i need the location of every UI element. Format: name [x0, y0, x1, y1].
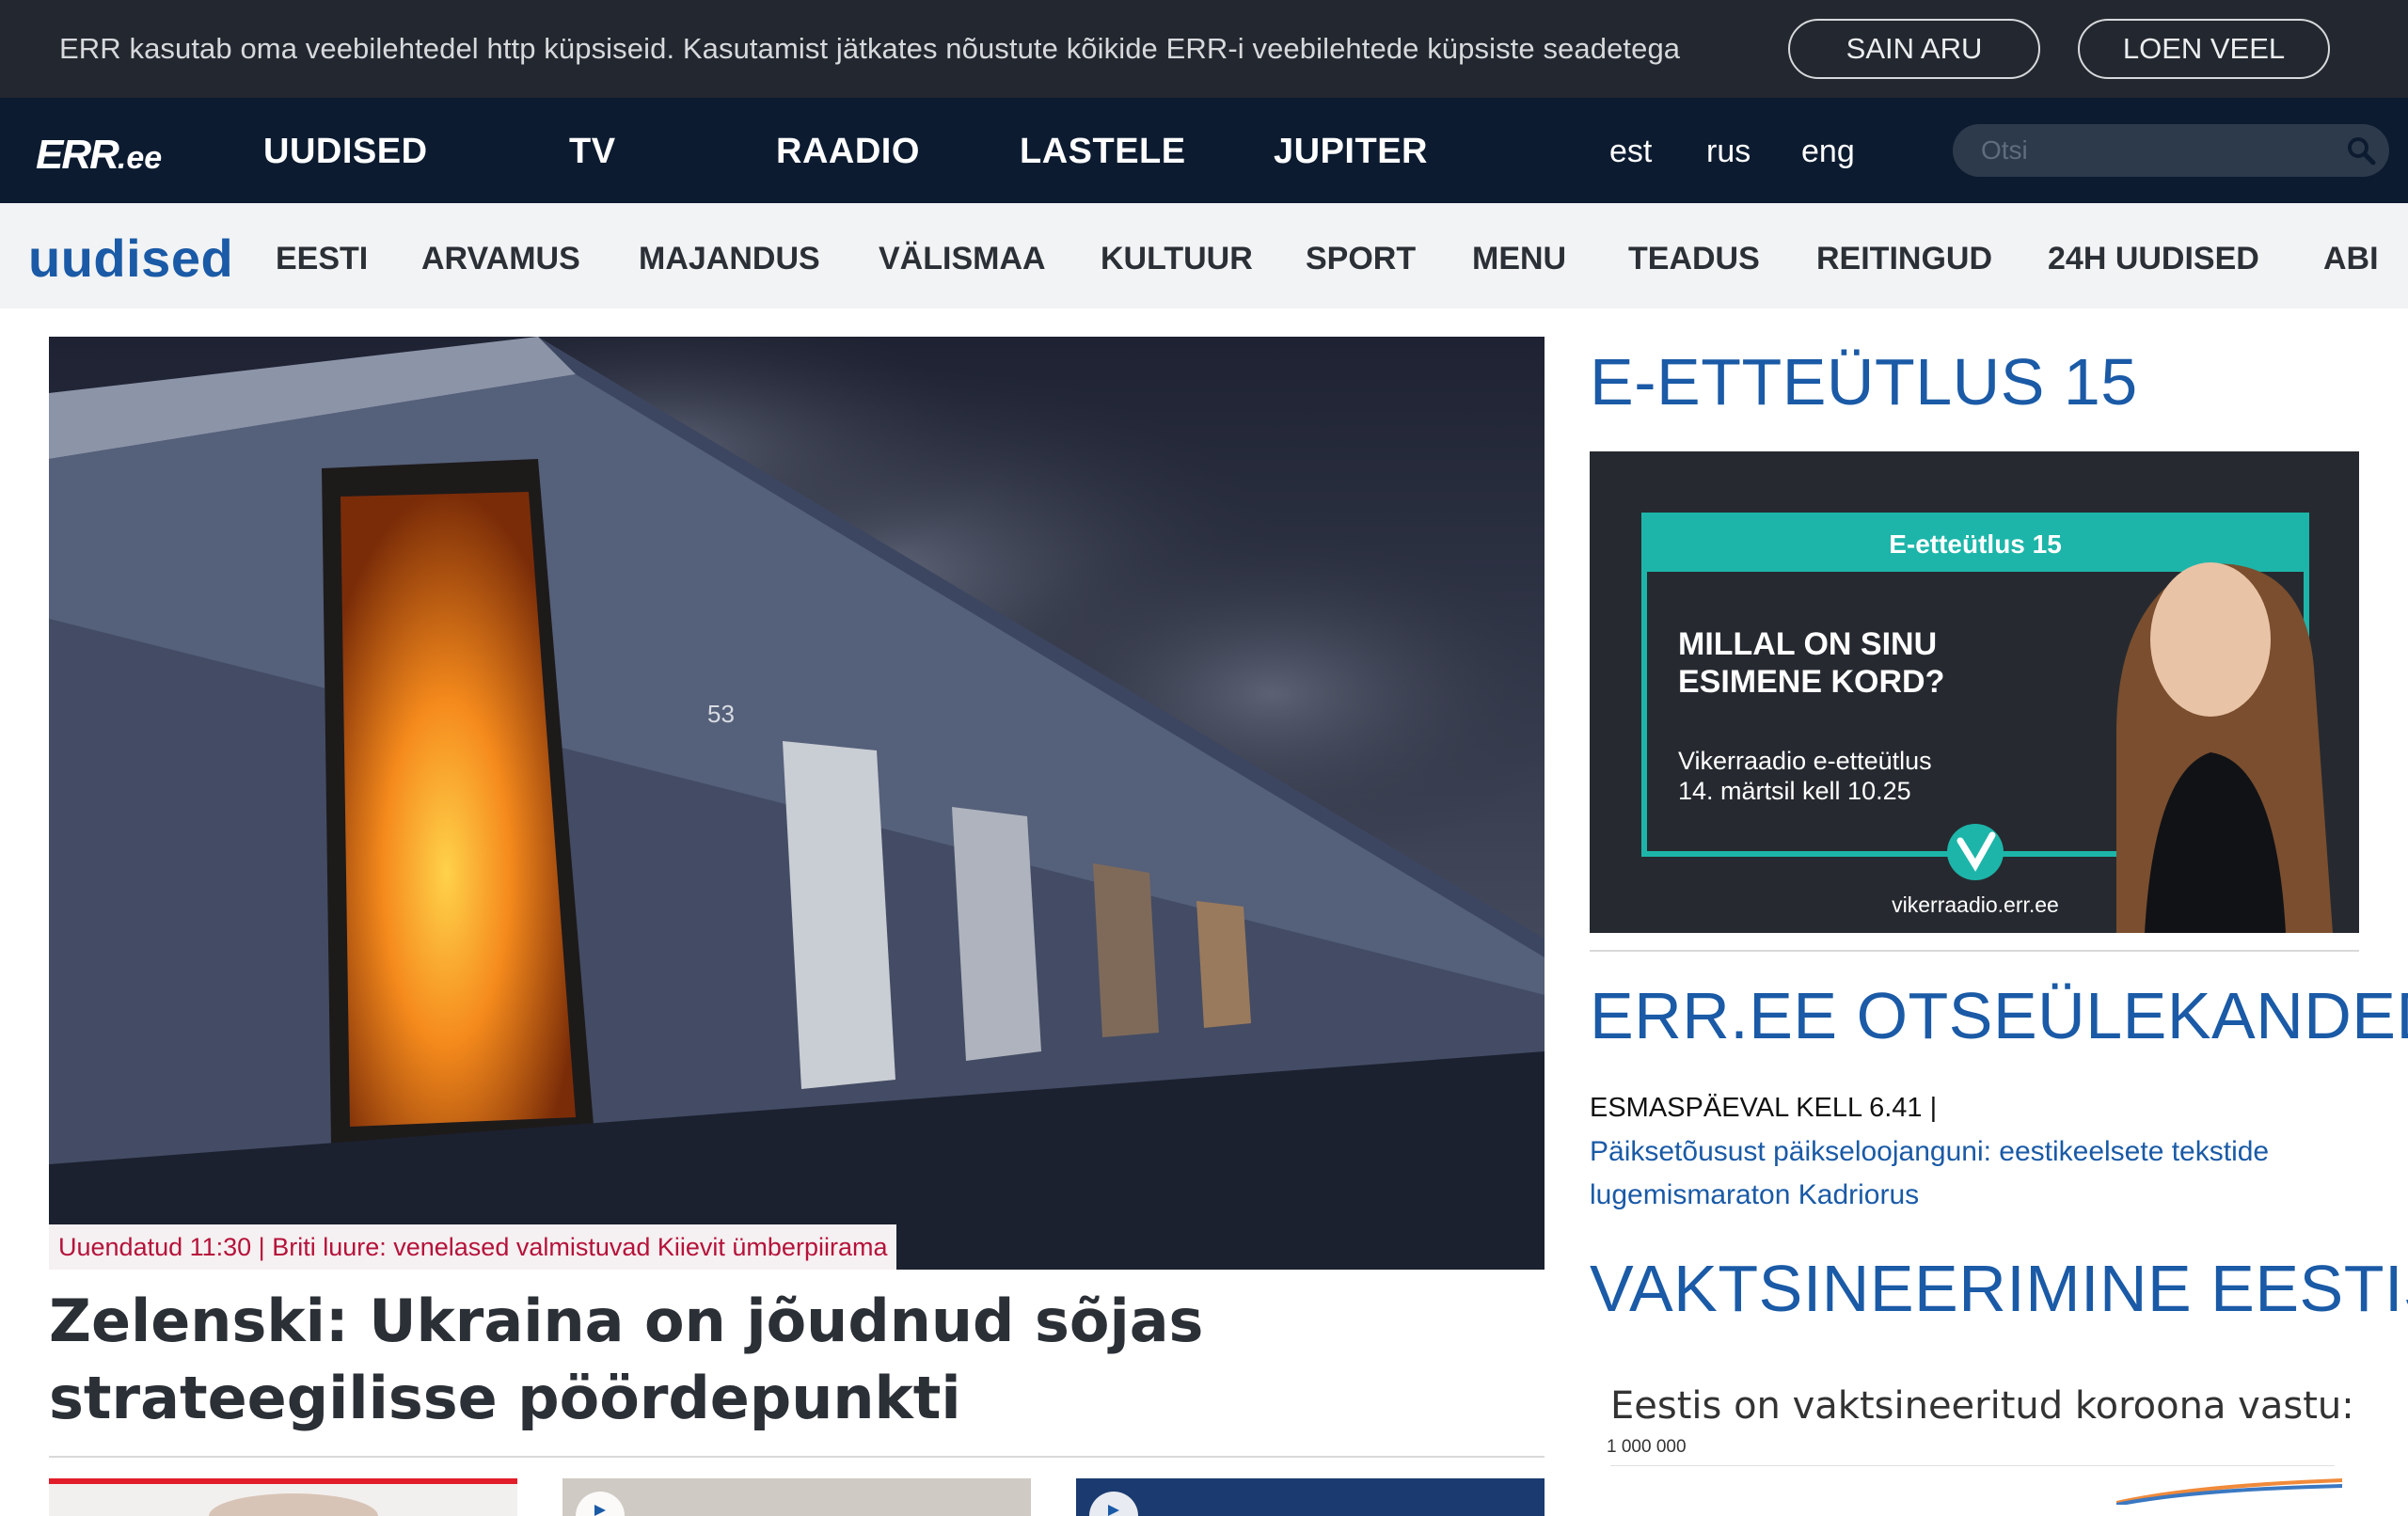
- logo-suffix: .ee: [117, 140, 163, 176]
- cookie-read-more-button[interactable]: LOEN VEEL: [2078, 19, 2330, 79]
- promo-section-title[interactable]: E-ETTEÜTLUS 15: [1590, 344, 2138, 419]
- vikerraadio-logo-icon: [1947, 824, 2004, 880]
- subnav-item-menu[interactable]: MENU: [1472, 241, 1566, 277]
- nav-item-jupiter[interactable]: JUPITER: [1274, 132, 1428, 172]
- search-input[interactable]: [1981, 132, 2320, 169]
- nav-item-uudised[interactable]: UUDISED: [263, 132, 428, 172]
- err-logo[interactable]: ERR.ee: [36, 132, 162, 179]
- article-thumbnail[interactable]: [49, 1478, 517, 1516]
- promo-headline-1: MILLAL ON SINU: [1678, 626, 1937, 662]
- hero-headline[interactable]: Zelenski: Ukraina on jõudnud sõjas strat…: [49, 1283, 1545, 1437]
- lang-est[interactable]: est: [1609, 134, 1652, 170]
- promo-line-2: 14. märtsil kell 10.25: [1678, 777, 1911, 805]
- subnav-item-majandus[interactable]: MAJANDUS: [639, 241, 820, 277]
- lang-rus[interactable]: rus: [1706, 134, 1751, 170]
- subnav-item-eesti[interactable]: EESTI: [276, 241, 368, 277]
- cookie-text: ERR kasutab oma veebilehtedel http küpsi…: [59, 32, 1681, 65]
- section-title[interactable]: uudised: [28, 228, 233, 289]
- vaccination-text: Eestis on vaktsineeritud koroona vastu:: [1610, 1384, 2354, 1428]
- hero-update-tag[interactable]: Uuendatud 11:30 | Briti luure: venelased…: [49, 1224, 897, 1270]
- subnav-item-reitingud[interactable]: REITINGUD: [1816, 241, 1992, 277]
- cookie-banner: ERR kasutab oma veebilehtedel http küpsi…: [0, 0, 2408, 98]
- subnav-item-kultuur[interactable]: KULTUUR: [1101, 241, 1253, 277]
- promo-url: vikerraadio.err.ee: [1892, 892, 2059, 917]
- subnav-item-24h-uudised[interactable]: 24H UUDISED: [2048, 241, 2259, 277]
- subnav-item-teadus[interactable]: TEADUS: [1628, 241, 1760, 277]
- nav-item-lastele[interactable]: LASTELE: [1020, 132, 1186, 172]
- promo-banner[interactable]: E-etteütlus 15 MILLAL ON SINU ESIMENE KO…: [1590, 451, 2359, 933]
- subnav-item-abi[interactable]: ABI: [2323, 241, 2379, 277]
- article-thumbnail[interactable]: [562, 1478, 1031, 1516]
- live-time: ESMASPÄEVAL KELL 6.41 |: [1590, 1093, 1938, 1123]
- vaccination-gridline: [1610, 1465, 2335, 1466]
- article-thumbnail[interactable]: [1076, 1478, 1545, 1516]
- subnav-item-arvamus[interactable]: ARVAMUS: [421, 241, 580, 277]
- door-number: 53: [707, 700, 735, 728]
- hero-divider: [49, 1456, 1545, 1458]
- section-navigation: uudised EESTI ARVAMUS MAJANDUS VÄLISMAA …: [0, 203, 2408, 308]
- live-stream-link[interactable]: Päiksetõusust päikseloojanguni: eestikee…: [1590, 1130, 2359, 1217]
- main-navigation: ERR.ee UUDISED TV RAADIO LASTELE JUPITER…: [0, 98, 2408, 203]
- promo-headline-2: ESIMENE KORD?: [1678, 664, 1944, 700]
- lang-eng[interactable]: eng: [1801, 134, 1855, 170]
- hero-image[interactable]: 53: [49, 337, 1545, 1270]
- nav-item-tv[interactable]: TV: [569, 132, 616, 172]
- subnav-item-valismaa[interactable]: VÄLISMAA: [879, 241, 1046, 277]
- nav-item-raadio[interactable]: RAADIO: [776, 132, 920, 172]
- vaccination-widget: Eestis on vaktsineeritud koroona vastu: …: [1590, 1364, 2359, 1505]
- vaccination-chart-lines: [2116, 1478, 2342, 1505]
- logo-text: ERR: [36, 132, 119, 178]
- subnav-item-sport[interactable]: SPORT: [1306, 241, 1416, 277]
- search-box: [1953, 124, 2389, 177]
- live-section-title[interactable]: ERR.EE OTSEÜLEKANDED: [1590, 978, 2408, 1053]
- vaccination-section-title[interactable]: VAKTSINEERIMINE EESTIS: [1590, 1251, 2408, 1326]
- promo-line-1: Vikerraadio e-etteütlus: [1678, 747, 1932, 775]
- burning-warehouse-photo: 53: [49, 337, 1545, 1270]
- search-icon[interactable]: [2346, 135, 2376, 166]
- section-divider: [1590, 950, 2359, 952]
- promo-graphic: E-etteütlus 15 MILLAL ON SINU ESIMENE KO…: [1590, 451, 2359, 933]
- vaccination-axis-label: 1 000 000: [1607, 1437, 1687, 1457]
- promo-label: E-etteütlus 15: [1889, 529, 2062, 559]
- cookie-accept-button[interactable]: SAIN ARU: [1788, 19, 2040, 79]
